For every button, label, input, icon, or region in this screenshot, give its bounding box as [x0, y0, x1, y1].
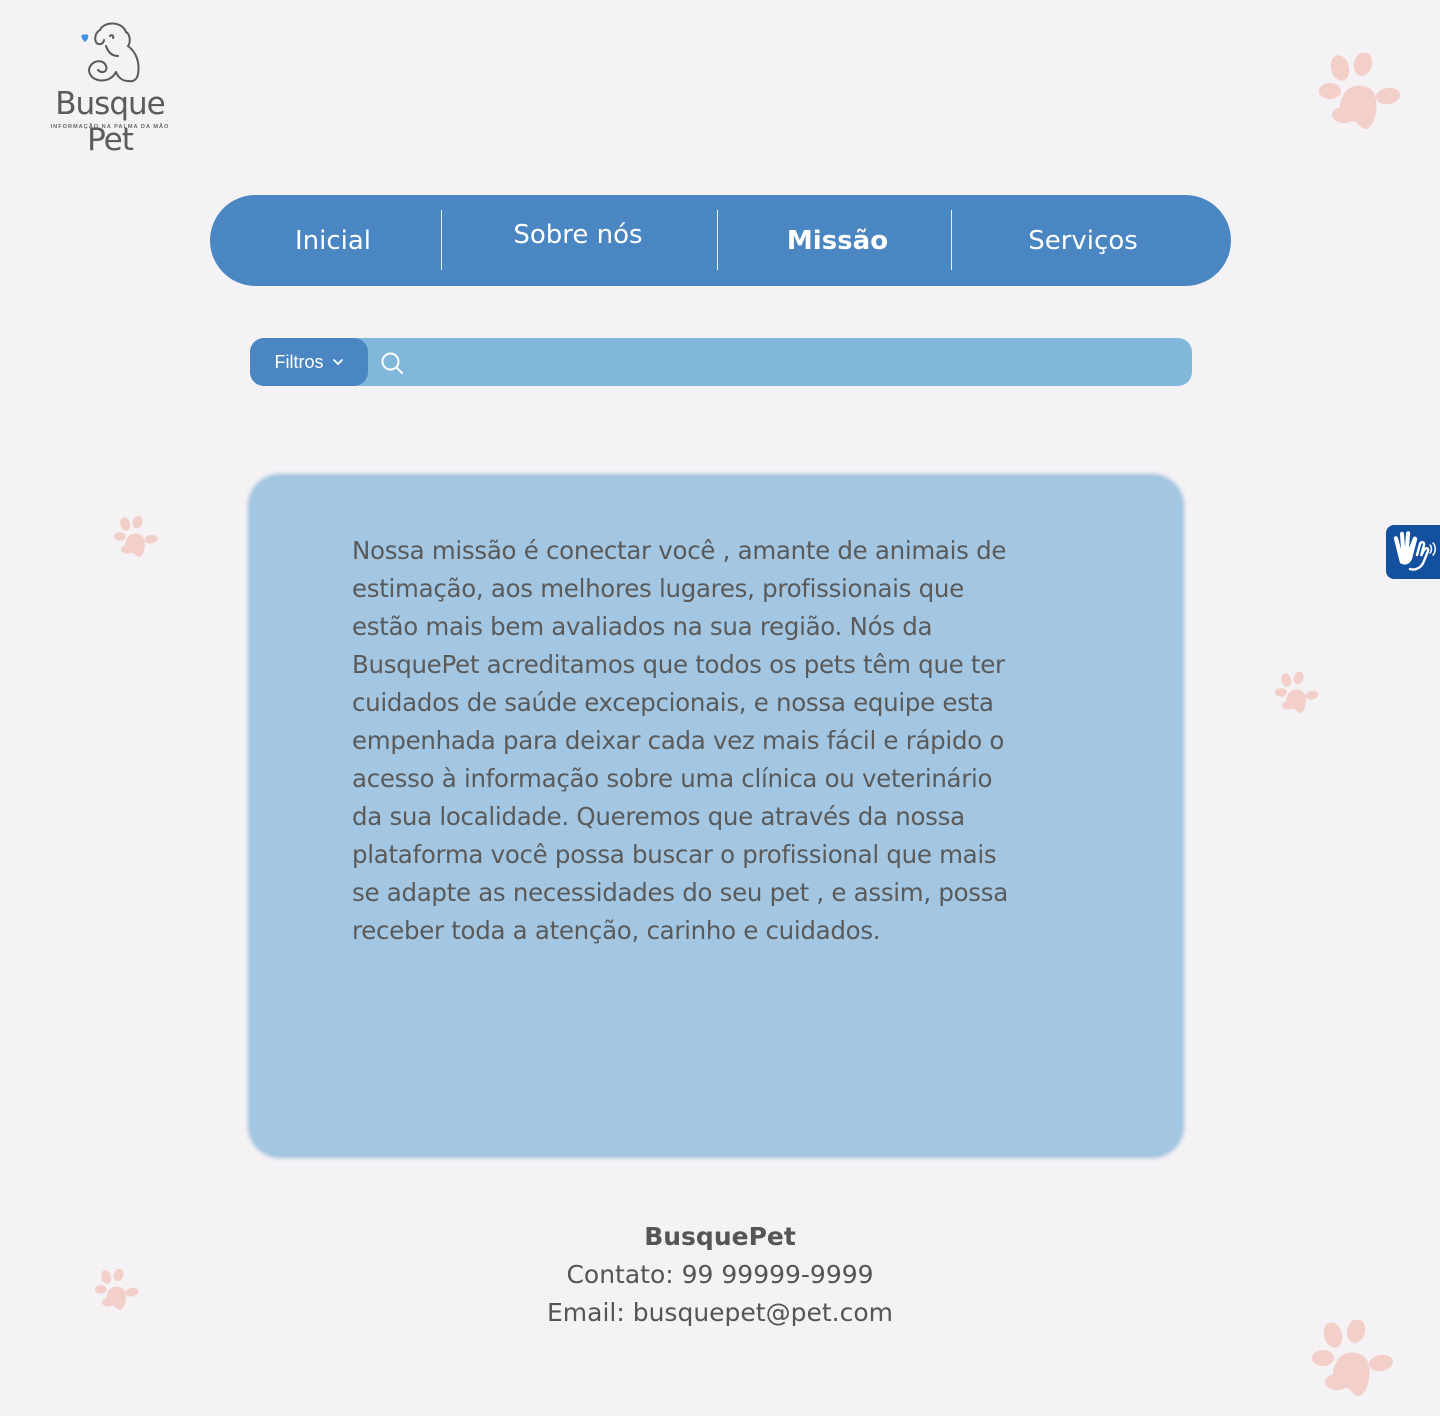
mission-line: cuidados de saúde excepcionais, e nossa …: [352, 688, 994, 717]
footer-brand: BusquePet: [644, 1222, 796, 1251]
brand-name: Busque Pet: [55, 86, 165, 158]
brand-tagline: INFORMAÇÃO NA PALMA DA MÃO: [50, 124, 170, 130]
mission-line: da sua localidade. Queremos que através …: [352, 802, 965, 831]
paw-print-icon: [113, 516, 158, 557]
mission-line: se adapte as necessidades do seu pet , e…: [352, 878, 1008, 907]
logo[interactable]: Busque Pet INFORMAÇÃO NA PALMA DA MÃO: [34, 22, 194, 158]
search-bar: Filtros: [250, 338, 1192, 388]
mission-line: BusquePet acreditamos que todos os pets …: [352, 650, 1005, 679]
main-nav: Inicial Sobre nós Missão Serviços: [210, 195, 1231, 286]
footer-email[interactable]: Email: busquepet@pet.com: [0, 1294, 1440, 1332]
search-input[interactable]: [410, 338, 1174, 388]
nav-divider: [717, 210, 718, 270]
nav-item-inicial[interactable]: Inicial: [248, 195, 418, 286]
paw-print-icon: [1274, 672, 1319, 713]
sign-language-icon: [1393, 531, 1436, 571]
nav-divider: [441, 210, 442, 270]
mission-line: plataforma você possa buscar o profissio…: [352, 840, 997, 869]
nav-item-missao[interactable]: Missão: [750, 195, 925, 286]
mission-line: acesso à informação sobre uma clínica ou…: [352, 764, 993, 793]
nav-divider: [951, 210, 952, 270]
mission-line: receber toda a atenção, carinho e cuidad…: [352, 916, 881, 945]
paw-print-icon: [1312, 1320, 1393, 1396]
search-icon[interactable]: [380, 351, 404, 375]
mission-line: Nossa missão é conectar você , amante de…: [352, 536, 1007, 565]
mission-card: Nossa missão é conectar você , amante de…: [250, 476, 1182, 1156]
mission-line: empenhada para deixar cada vez mais fáci…: [352, 726, 1005, 755]
accessibility-widget[interactable]: [1386, 525, 1440, 579]
paw-print-icon: [1319, 53, 1400, 129]
chevron-down-icon: [332, 359, 343, 366]
nav-item-servicos[interactable]: Serviços: [980, 195, 1186, 286]
mission-line: estimação, aos melhores lugares, profiss…: [352, 574, 964, 603]
filter-label: Filtros: [274, 351, 324, 372]
paw-print-icon: [94, 1269, 139, 1310]
footer-contact: Contato: 99 99999-9999: [566, 1260, 874, 1289]
mission-text: Nossa missão é conectar você , amante de…: [352, 532, 1052, 950]
mission-line: estão mais bem avaliados na sua região. …: [352, 612, 933, 641]
footer: BusquePet Contato: 99 99999-9999 Email: …: [0, 1218, 1440, 1332]
filter-dropdown[interactable]: Filtros: [250, 338, 368, 386]
nav-item-sobre-nos[interactable]: Sobre nós: [472, 189, 684, 280]
pet-logo-icon: [81, 22, 140, 83]
